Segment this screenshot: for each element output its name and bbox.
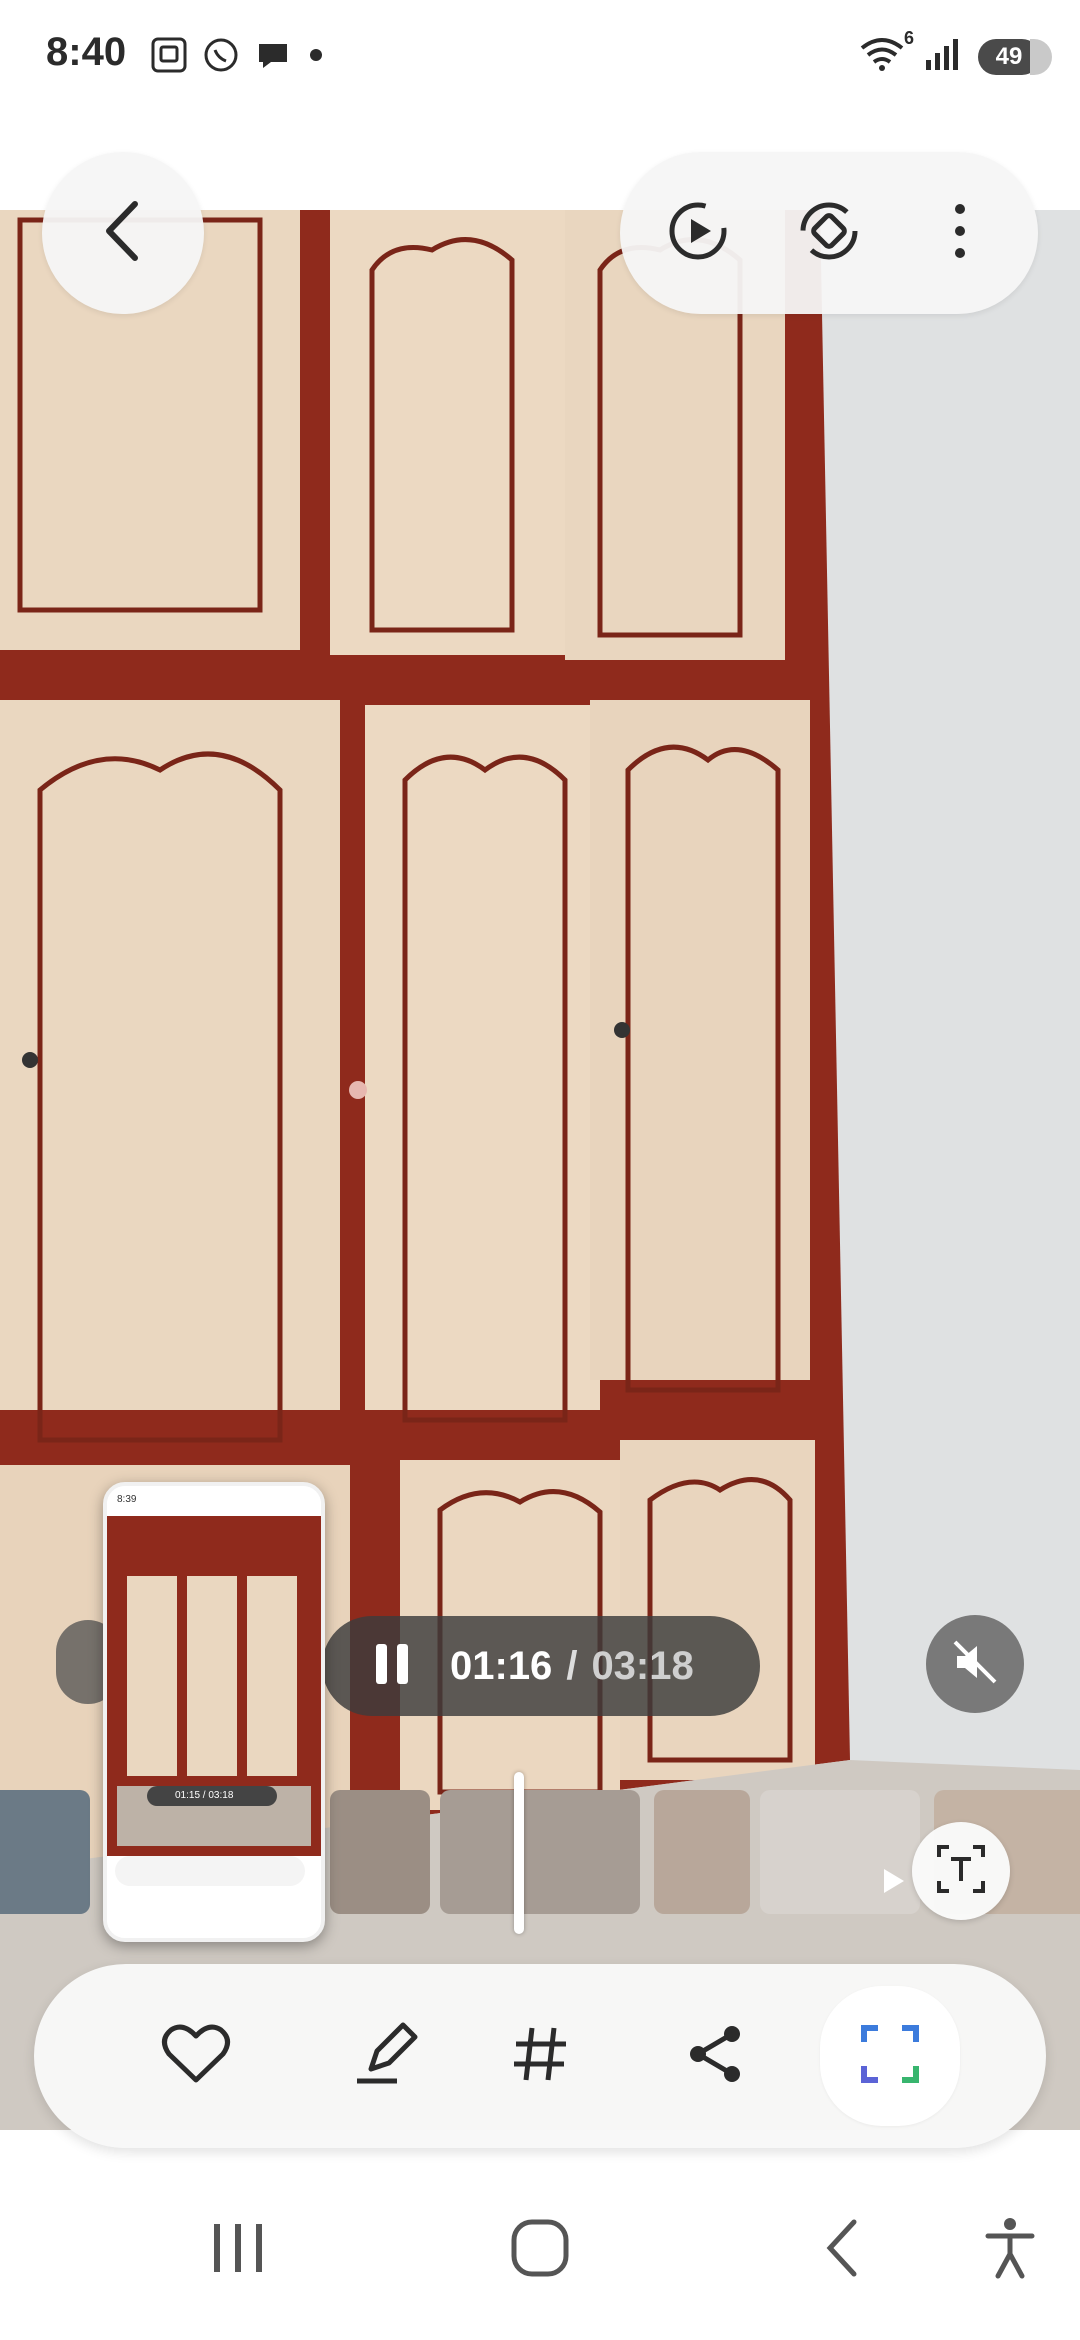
- text-extract-button[interactable]: [912, 1822, 1010, 1920]
- recent-apps-icon: [208, 2220, 268, 2281]
- screenshot-preview[interactable]: 8:39 01:15 / 03:18: [103, 1482, 325, 1942]
- hashtag-icon: [508, 2022, 572, 2091]
- more-options-button[interactable]: [910, 183, 1010, 283]
- preview-nav-bar: [107, 1896, 321, 1936]
- notification-icons: [150, 36, 326, 79]
- preview-playback-text: 01:15 / 03:18: [175, 1790, 234, 1801]
- motion-play-button[interactable]: [648, 183, 748, 283]
- status-time: 8:40: [46, 30, 127, 74]
- filmstrip-thumb-active[interactable]: [440, 1790, 640, 1914]
- whatsapp-icon: [202, 36, 240, 79]
- capture-icon: [860, 2024, 920, 2089]
- play-icon: [882, 1867, 906, 1900]
- preview-time: 8:39: [117, 1494, 137, 1505]
- top-actions: [620, 152, 1038, 314]
- playback-controls: 01:16 / 03:18: [322, 1616, 760, 1716]
- preview-playback: 01:15 / 03:18: [147, 1786, 277, 1806]
- more-vert-icon: [950, 199, 970, 268]
- filmstrip-thumb[interactable]: [330, 1790, 430, 1914]
- back-nav-button[interactable]: [792, 2200, 892, 2300]
- chevron-left-icon: [93, 196, 153, 271]
- share-button[interactable]: [654, 1994, 778, 2118]
- capture-button[interactable]: [820, 1986, 960, 2126]
- pause-icon: [372, 1640, 412, 1693]
- back-nav-icon: [822, 2218, 862, 2283]
- edit-icon: [351, 2019, 421, 2094]
- screenshot-icon: [150, 36, 188, 79]
- heart-icon: [161, 2022, 231, 2091]
- favorite-button[interactable]: [134, 1994, 258, 2118]
- rotate-icon: [795, 197, 863, 270]
- current-time: 01:16: [450, 1643, 553, 1688]
- accessibility-icon: [982, 2216, 1038, 2285]
- wifi-badge: 6: [903, 28, 914, 48]
- total-time: 03:18: [591, 1643, 694, 1688]
- home-button[interactable]: [490, 2200, 590, 2300]
- status-bar: 8:40 6 49: [0, 0, 1080, 115]
- tag-button[interactable]: [478, 1994, 602, 2118]
- volume-off-icon: [947, 1634, 1003, 1695]
- text-scan-icon: [933, 1841, 989, 1902]
- mute-button[interactable]: [926, 1615, 1024, 1713]
- rotate-button[interactable]: [779, 183, 879, 283]
- bottom-action-bar: [34, 1964, 1046, 2148]
- filmstrip-thumb[interactable]: [654, 1790, 750, 1914]
- scrubber-handle[interactable]: [514, 1772, 524, 1934]
- screen: 8:40 6 49 01:16 / 03:18 8:39 01:15 / 03:…: [0, 0, 1080, 2340]
- battery-level: 49: [995, 42, 1023, 70]
- home-icon: [510, 2218, 570, 2283]
- preview-action-bar: [115, 1856, 305, 1886]
- accessibility-button[interactable]: [960, 2200, 1060, 2300]
- wifi-icon: 6: [858, 28, 914, 79]
- signal-icon: [924, 36, 960, 77]
- pause-button[interactable]: [342, 1616, 442, 1716]
- share-icon: [684, 2022, 748, 2091]
- motion-play-icon: [664, 197, 732, 270]
- back-button[interactable]: [42, 152, 204, 314]
- chat-bubble-icon: [254, 36, 292, 79]
- system-icons: 6 49: [858, 28, 1052, 79]
- filmstrip-thumb[interactable]: [760, 1790, 920, 1914]
- dot-icon: [306, 36, 326, 79]
- preview-status-bar: 8:39: [107, 1486, 321, 1516]
- edit-button[interactable]: [324, 1994, 448, 2118]
- battery-icon: 49: [978, 38, 1052, 75]
- recent-apps-button[interactable]: [188, 2200, 288, 2300]
- navigation-bar: [0, 2130, 1080, 2340]
- filmstrip-thumb[interactable]: [0, 1790, 90, 1914]
- time-separator: /: [566, 1643, 578, 1688]
